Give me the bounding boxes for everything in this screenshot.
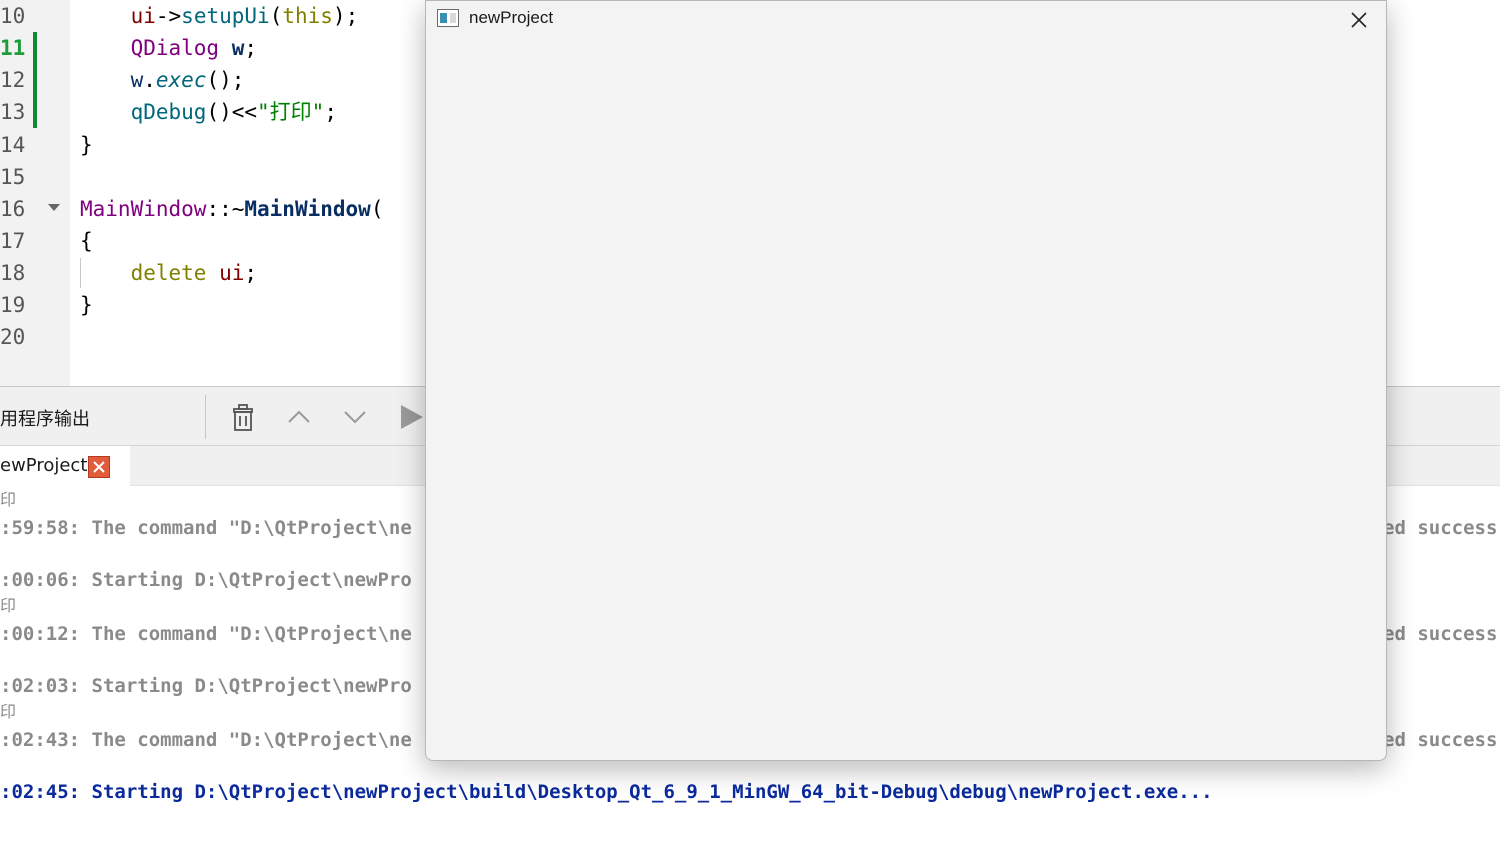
toolbar-separator	[205, 395, 206, 439]
code-token: }	[80, 293, 93, 317]
fold-arrow-icon[interactable]	[48, 204, 60, 211]
code-line[interactable]: ui->setupUi(this);	[80, 0, 359, 32]
line-number: 15	[0, 165, 26, 189]
code-token: ()<<	[206, 100, 258, 124]
output-pane-title: 用程序输出	[0, 409, 90, 430]
line-number: 14	[0, 133, 26, 157]
modified-lines-marker	[33, 32, 37, 128]
code-token: );	[332, 4, 359, 28]
line-number: 18	[0, 261, 26, 285]
line-number: 16	[0, 197, 26, 221]
trash-icon	[233, 404, 253, 431]
log-line: 印	[0, 490, 17, 509]
code-token: w	[130, 68, 144, 92]
dialog-client-area[interactable]	[426, 37, 1386, 760]
code-token: ();	[206, 68, 245, 92]
log-line: 印	[0, 596, 17, 615]
tab-newproject[interactable]: ewProject	[0, 446, 130, 486]
code-token: (	[269, 4, 283, 28]
chevron-down-icon	[344, 411, 366, 424]
code-line[interactable]: {	[80, 225, 93, 257]
code-token: {	[80, 229, 93, 253]
code-token: ;	[244, 36, 258, 60]
code-line[interactable]: qDebug()<<"打印";	[80, 96, 337, 128]
code-token: ui	[219, 261, 245, 285]
log-line: :59:58: The command "D:\QtProject\ne	[0, 517, 412, 539]
run-button[interactable]	[393, 399, 429, 435]
code-line[interactable]: delete ui;	[80, 257, 257, 289]
code-line[interactable]: }	[80, 289, 93, 321]
play-icon	[401, 405, 423, 429]
dialog-title-bar[interactable]: newProject	[426, 1, 1386, 37]
log-line: 印	[0, 702, 17, 721]
code-token: ->	[155, 4, 182, 28]
log-line: :02:03: Starting D:\QtProject\newPro	[0, 675, 412, 697]
code-token: this	[282, 4, 333, 28]
code-token: MainWindow	[80, 197, 207, 221]
close-tab-button[interactable]	[88, 456, 110, 478]
code-line[interactable]: }	[80, 129, 93, 161]
code-token: ui	[130, 4, 156, 28]
close-icon	[1351, 12, 1367, 28]
log-line: :00:06: Starting D:\QtProject\newPro	[0, 569, 412, 591]
log-line-tail: ed success	[1383, 517, 1498, 539]
code-token: }	[80, 133, 93, 157]
code-token: delete	[130, 261, 207, 285]
code-token: ;	[244, 261, 258, 285]
line-number: 19	[0, 293, 26, 317]
app-window-icon	[437, 9, 459, 27]
qdialog-window[interactable]: newProject	[425, 0, 1387, 761]
log-line-tail: ed success	[1383, 623, 1498, 645]
dialog-close-button[interactable]	[1346, 7, 1372, 33]
code-token: (	[370, 197, 384, 221]
line-number: 20	[0, 325, 26, 349]
code-token: exec	[155, 68, 207, 92]
log-line: :02:45: Starting D:\QtProject\newProject…	[0, 781, 1213, 803]
tab-label: ewProject	[0, 455, 88, 476]
clear-output-button[interactable]	[225, 399, 261, 435]
code-line[interactable]: MainWindow::~MainWindow(	[80, 193, 383, 225]
code-token: setupUi	[181, 4, 270, 28]
code-token: MainWindow	[244, 197, 371, 221]
next-item-button[interactable]	[337, 399, 373, 435]
chevron-up-icon	[288, 410, 310, 423]
code-line[interactable]: QDialog w;	[80, 32, 257, 64]
line-number: 10	[0, 4, 26, 28]
code-token: "打印"	[257, 100, 325, 124]
line-number: 17	[0, 229, 26, 253]
code-token: ::~	[206, 197, 245, 221]
code-token: ;	[324, 100, 337, 124]
code-token: .	[143, 68, 156, 92]
log-line: :00:12: The command "D:\QtProject\ne	[0, 623, 412, 645]
dialog-title: newProject	[469, 8, 554, 27]
close-icon	[93, 461, 105, 473]
code-line[interactable]: w.exec();	[80, 64, 245, 96]
code-token: QDialog	[130, 36, 220, 60]
previous-item-button[interactable]	[281, 399, 317, 435]
code-token: qDebug	[130, 100, 207, 124]
log-line-tail: ed success	[1383, 729, 1498, 751]
code-token: w	[231, 36, 245, 60]
log-line: :02:43: The command "D:\QtProject\ne	[0, 729, 412, 751]
